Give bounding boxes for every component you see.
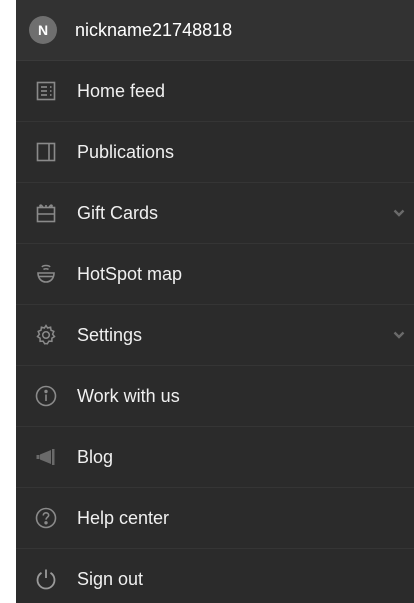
menu-item-sign-out[interactable]: Sign out xyxy=(16,549,414,603)
power-icon xyxy=(34,567,58,591)
menu-item-label: Gift Cards xyxy=(77,202,159,223)
navigation-drawer: N nickname21748818 Home feed Publication… xyxy=(16,0,414,603)
question-icon xyxy=(34,506,58,530)
menu-item-work-with-us[interactable]: Work with us xyxy=(16,366,414,427)
menu-item-label: HotSpot map xyxy=(77,263,183,284)
menu-list: Home feed Publications Gift Cards HotSpo… xyxy=(16,61,414,603)
chevron-down-icon[interactable] xyxy=(392,206,406,220)
menu-item-label: Blog xyxy=(77,446,114,467)
gift-card-icon xyxy=(34,201,58,225)
home-feed-icon xyxy=(34,79,58,103)
menu-item-publications[interactable]: Publications xyxy=(16,122,414,183)
menu-item-label: Work with us xyxy=(77,385,180,406)
menu-item-label: Help center xyxy=(77,507,170,528)
menu-item-home-feed[interactable]: Home feed xyxy=(16,61,414,122)
menu-item-help-center[interactable]: Help center xyxy=(16,488,414,549)
avatar[interactable]: N xyxy=(29,16,57,44)
menu-item-label: Publications xyxy=(77,141,175,162)
user-header[interactable]: N nickname21748818 xyxy=(16,0,414,61)
info-icon xyxy=(34,384,58,408)
megaphone-icon xyxy=(34,445,58,469)
publications-icon xyxy=(34,140,58,164)
chevron-down-icon[interactable] xyxy=(392,328,406,342)
menu-item-label: Home feed xyxy=(77,80,166,101)
menu-item-blog[interactable]: Blog xyxy=(16,427,414,488)
menu-item-hotspot-map[interactable]: HotSpot map xyxy=(16,244,414,305)
gear-icon xyxy=(34,323,58,347)
username: nickname21748818 xyxy=(75,19,233,40)
menu-item-label: Settings xyxy=(77,324,143,345)
menu-item-settings[interactable]: Settings xyxy=(16,305,414,366)
menu-item-gift-cards[interactable]: Gift Cards xyxy=(16,183,414,244)
menu-item-label: Sign out xyxy=(77,568,144,589)
coffee-cup-icon xyxy=(34,262,58,286)
